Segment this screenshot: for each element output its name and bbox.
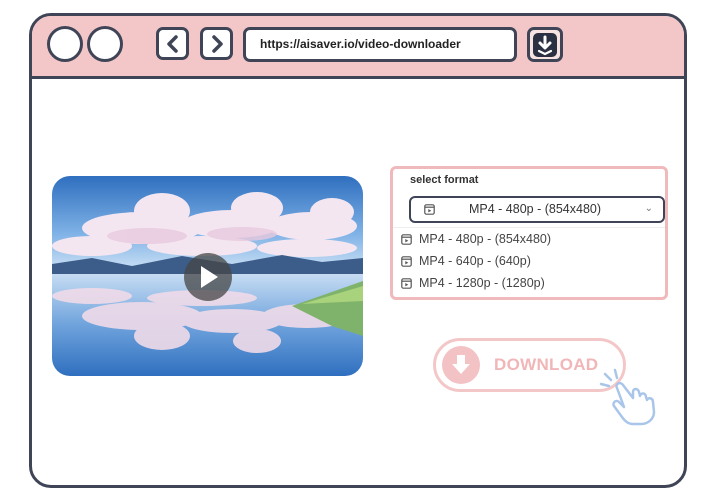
download-arrow-icon (452, 355, 470, 374)
chevron-left-icon (166, 34, 178, 53)
browser-window: https://aisaver.io/video-downloader sele… (29, 13, 687, 488)
window-control-circle-2[interactable] (87, 26, 123, 62)
video-preview[interactable] (52, 176, 363, 376)
play-icon (201, 266, 218, 288)
format-panel: select format MP4 - 480p - (854x480) ⌄ M… (390, 166, 668, 300)
forward-button[interactable] (200, 27, 233, 60)
play-button[interactable] (184, 253, 232, 301)
video-file-icon (424, 204, 435, 215)
window-control-circle-1[interactable] (47, 26, 83, 62)
selected-format: MP4 - 480p - (854x480) (469, 202, 602, 216)
download-circle (442, 346, 480, 384)
video-file-icon (401, 256, 412, 267)
address-bar[interactable]: https://aisaver.io/video-downloader (243, 27, 517, 62)
download-label: DOWNLOAD (494, 355, 599, 374)
format-option[interactable]: MP4 - 1280p - (1280p) (393, 272, 665, 294)
format-option-label: MP4 - 1280p - (1280p) (419, 276, 545, 290)
video-file-icon (401, 278, 412, 289)
format-select[interactable]: MP4 - 480p - (854x480) ⌄ (409, 196, 665, 223)
chevron-right-icon (211, 34, 223, 53)
format-option[interactable]: MP4 - 640p - (640p) (393, 250, 665, 272)
video-file-icon (401, 234, 412, 245)
back-button[interactable] (156, 27, 189, 60)
chevron-down-icon: ⌄ (644, 203, 653, 214)
format-option-label: MP4 - 480p - (854x480) (419, 232, 552, 246)
format-option[interactable]: MP4 - 480p - (854x480) (393, 228, 665, 250)
select-format-label: select format (410, 174, 479, 186)
pointing-hand-icon (599, 368, 656, 426)
download-extension-button[interactable] (527, 27, 563, 62)
format-option-label: MP4 - 640p - (640p) (419, 254, 531, 268)
format-options-list: MP4 - 480p - (854x480) MP4 - 640p - (640… (393, 227, 665, 294)
browser-toolbar: https://aisaver.io/video-downloader (32, 16, 684, 79)
download-arrow-icon (533, 32, 557, 57)
